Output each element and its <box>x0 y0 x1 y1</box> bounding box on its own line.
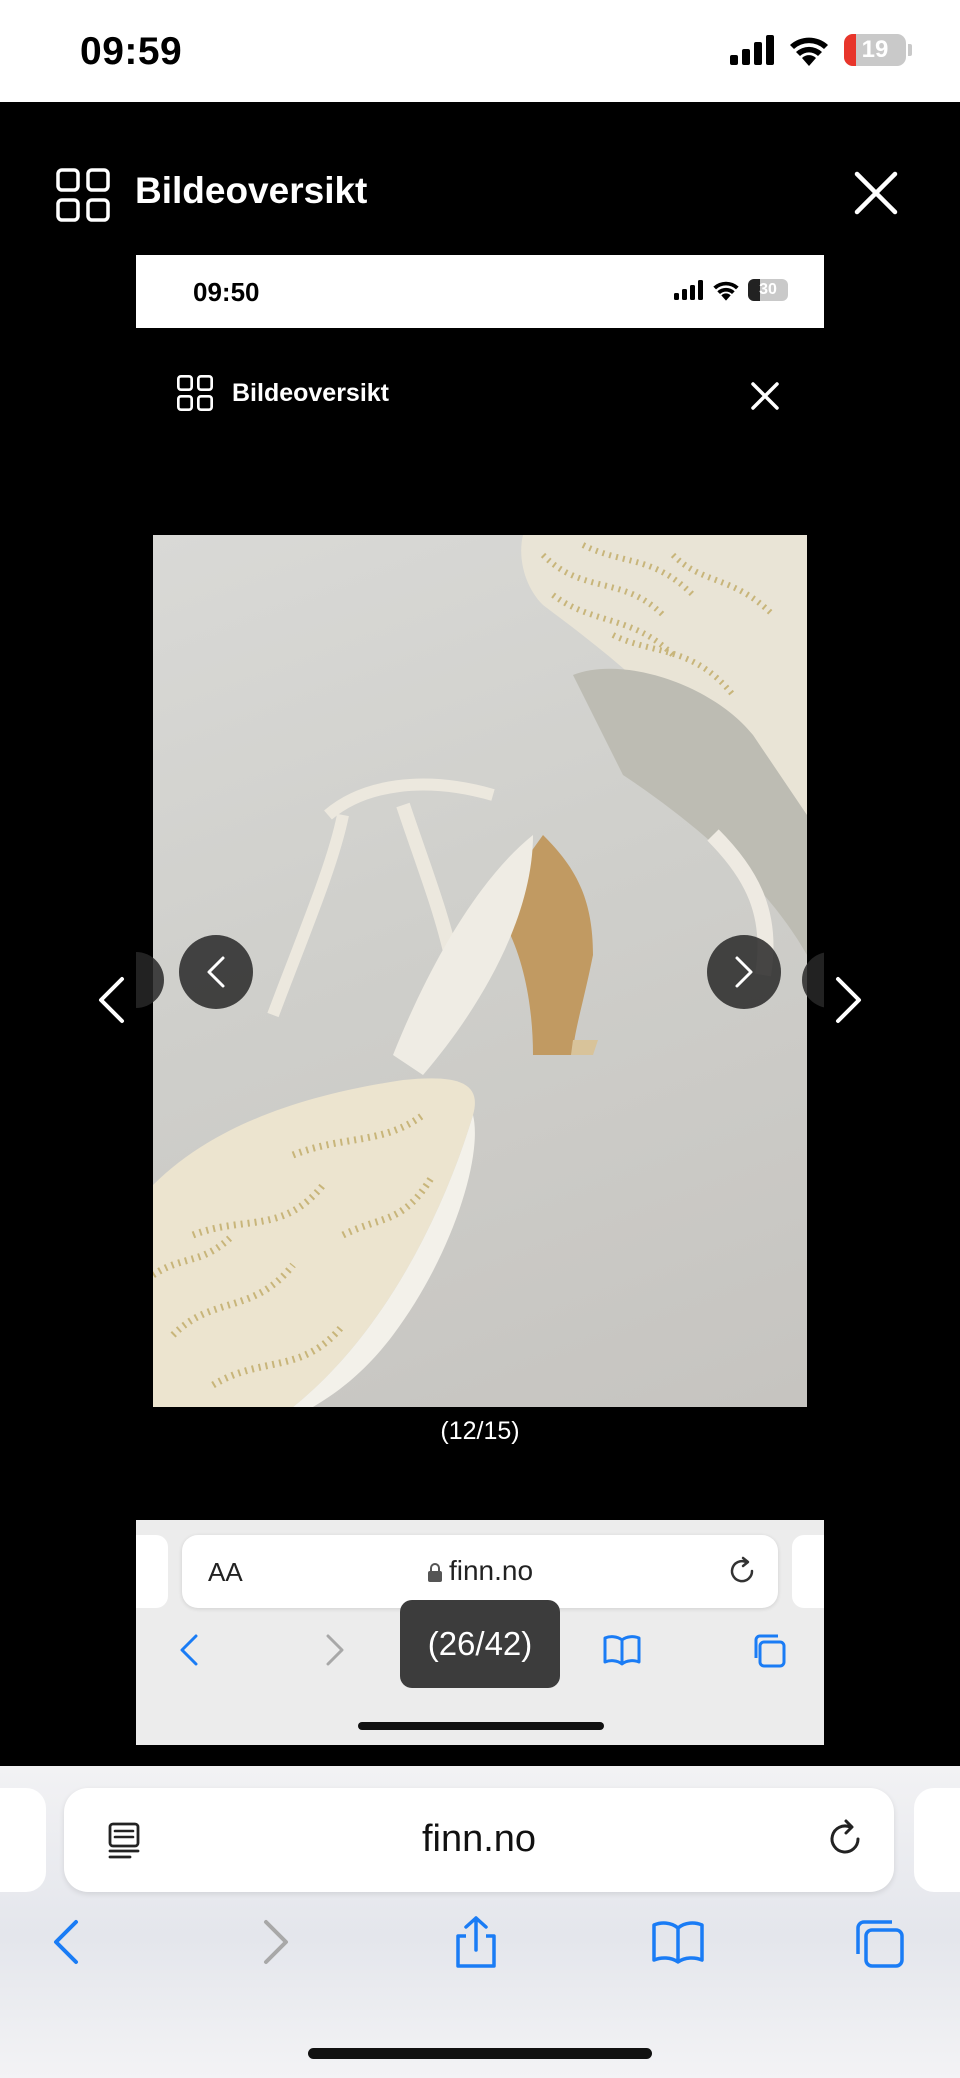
chevron-right-icon[interactable] <box>834 975 864 1025</box>
lock-icon <box>427 1562 442 1582</box>
inner-home-indicator <box>358 1722 604 1730</box>
inner-next-button[interactable] <box>707 935 781 1009</box>
status-time: 09:59 <box>80 30 183 73</box>
browser-toolbar: finn.no <box>0 1766 960 2078</box>
chevron-left-icon[interactable] <box>170 1630 210 1670</box>
inner-address-bar[interactable]: AA finn.no <box>182 1535 778 1608</box>
inner-previous-tab[interactable] <box>136 1535 168 1608</box>
inner-next-tab[interactable] <box>792 1535 824 1608</box>
reload-icon[interactable] <box>824 1818 866 1860</box>
inner-status-time: 09:50 <box>193 277 260 307</box>
status-bar: 09:59 19 <box>0 0 960 102</box>
share-icon[interactable] <box>448 1914 504 1970</box>
close-icon[interactable] <box>853 170 899 216</box>
chevron-left-icon <box>207 956 225 988</box>
reload-icon[interactable] <box>726 1555 758 1587</box>
status-icons: 19 <box>730 34 912 66</box>
grid-icon[interactable] <box>177 375 213 411</box>
close-icon[interactable] <box>750 381 780 411</box>
previous-tab[interactable] <box>0 1788 46 1892</box>
grid-icon[interactable] <box>56 168 110 222</box>
inner-battery-level: 30 <box>759 281 777 298</box>
page-counter-toast: (26/42) <box>400 1600 560 1688</box>
image-counter: (12/15) <box>440 1417 520 1445</box>
address-bar[interactable]: finn.no <box>64 1788 894 1892</box>
forward-button[interactable] <box>246 1914 302 1970</box>
battery-icon: 30 <box>748 279 788 301</box>
wifi-icon <box>790 37 828 66</box>
tabs-icon[interactable] <box>750 1630 790 1670</box>
chevron-left-icon[interactable] <box>96 975 126 1025</box>
url-text: finn.no <box>421 1818 537 1860</box>
back-button[interactable] <box>40 1914 96 1970</box>
inner-previous-button[interactable] <box>179 935 253 1009</box>
bookmarks-icon[interactable] <box>602 1630 642 1670</box>
inner-status-bar: 09:50 30 <box>136 255 824 328</box>
home-indicator <box>308 2048 652 2059</box>
battery-icon: 19 <box>844 34 906 66</box>
cellular-signal-icon <box>730 35 774 65</box>
chevron-right-icon[interactable] <box>314 1630 354 1670</box>
page-title: Bildeoversikt <box>135 170 368 211</box>
tabs-icon[interactable] <box>852 1914 908 1970</box>
next-tab[interactable] <box>914 1788 960 1892</box>
chevron-right-icon <box>735 956 753 988</box>
bookmarks-icon[interactable] <box>650 1914 706 1970</box>
inner-url-text: finn.no <box>448 1555 534 1586</box>
wifi-icon <box>713 281 739 301</box>
battery-level: 19 <box>861 36 889 63</box>
cellular-signal-icon <box>674 280 703 300</box>
inner-page-title: Bildeoversikt <box>232 379 390 407</box>
embedded-screenshot[interactable]: 09:50 30 Bildeoversikt (12/15) AA finn.n… <box>136 255 824 1745</box>
